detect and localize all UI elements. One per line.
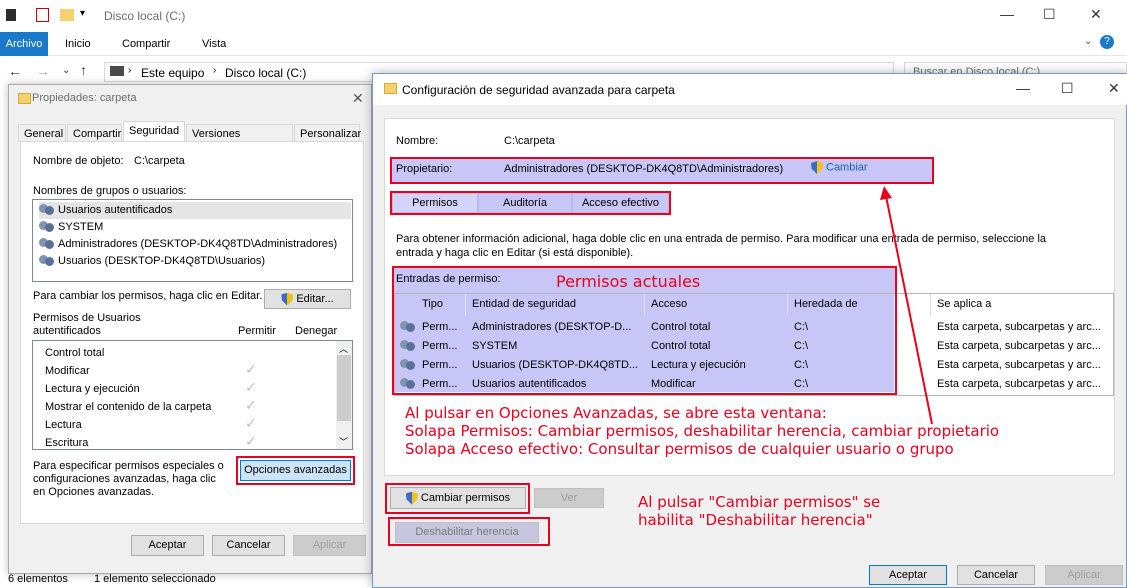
annotation-note-2: habilita "Deshabilitar herencia" bbox=[638, 511, 873, 529]
view-button[interactable]: Ver bbox=[534, 488, 604, 508]
advanced-cancel-button[interactable]: Cancelar bbox=[957, 565, 1035, 585]
arrow-head bbox=[880, 186, 892, 200]
advanced-accept-button[interactable]: Aceptar bbox=[869, 565, 947, 585]
disable-inheritance-highlight bbox=[388, 517, 550, 546]
annotation-note-1: Al pulsar "Cambiar permisos" se bbox=[638, 493, 881, 511]
change-permissions-highlight bbox=[385, 483, 530, 514]
advanced-apply-button[interactable]: Aplicar bbox=[1045, 565, 1123, 585]
arrow-line bbox=[885, 195, 933, 425]
